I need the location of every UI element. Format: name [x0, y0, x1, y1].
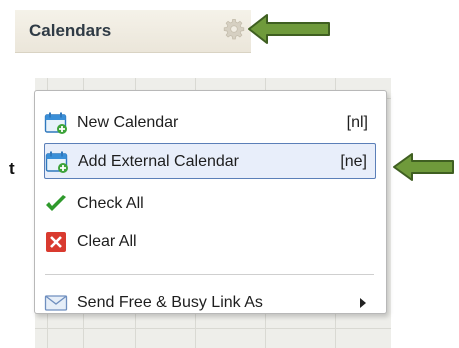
menu-item-send-free-busy-link[interactable]: Send Free & Busy Link As: [44, 285, 376, 321]
annotation-arrow-gear: [248, 14, 330, 44]
calendars-title: Calendars: [29, 21, 112, 40]
menu-item-new-calendar[interactable]: New Calendar [nl]: [44, 105, 376, 141]
menu-item-label: Add External Calendar: [78, 153, 239, 170]
calendars-header: Calendars: [15, 10, 251, 53]
submenu-arrow-icon: [360, 298, 366, 308]
menu-item-label: Check All: [77, 195, 144, 212]
checkmark-icon: [46, 195, 66, 211]
calendar-context-menu: New Calendar [nl] Add External Calendar …: [34, 90, 387, 314]
gear-icon[interactable]: [223, 18, 245, 40]
menu-separator: [45, 274, 374, 275]
menu-item-clear-all[interactable]: Clear All: [44, 224, 376, 260]
menu-item-shortcut: [ne]: [340, 153, 367, 170]
envelope-icon: [44, 295, 68, 311]
red-x-icon: [46, 232, 66, 252]
menu-item-check-all[interactable]: Check All: [44, 186, 376, 222]
menu-item-add-external-calendar[interactable]: Add External Calendar [ne]: [44, 143, 376, 179]
menu-item-label: New Calendar: [77, 114, 179, 131]
menu-item-label: Send Free & Busy Link As: [77, 294, 263, 311]
add-external-calendar-icon: [45, 151, 68, 173]
truncated-text: t: [9, 159, 15, 178]
menu-item-shortcut: [nl]: [346, 114, 368, 131]
annotation-arrow-menu-item: [393, 153, 454, 181]
new-calendar-icon: [44, 112, 67, 134]
menu-item-label: Clear All: [77, 233, 137, 250]
